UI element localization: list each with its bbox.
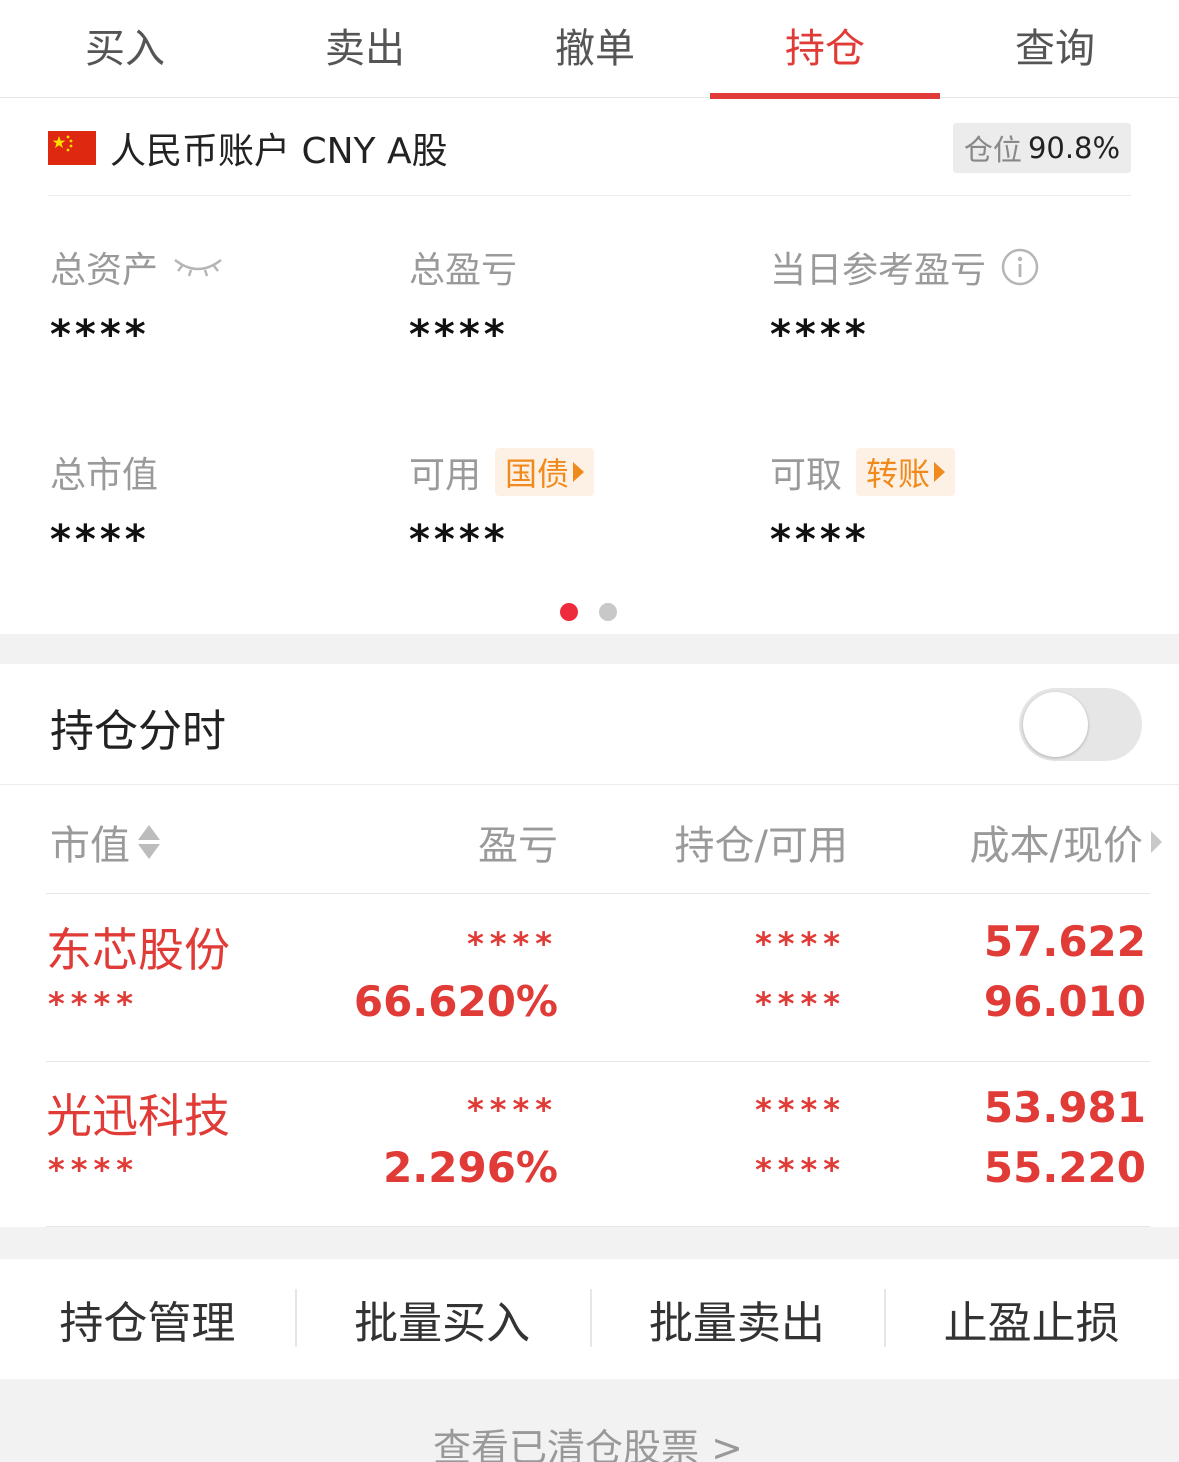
- section-gap: [0, 1227, 1179, 1259]
- pnl-amount: ****: [467, 1091, 558, 1129]
- current-price: 96.010: [983, 977, 1146, 1026]
- account-header: 人民币账户 CNY A股 仓位 90.8%: [48, 100, 1131, 196]
- account-label: 人民币账户 CNY A股: [110, 130, 448, 172]
- position-ratio-badge: 仓位 90.8%: [953, 123, 1131, 173]
- toggle-knob: [1023, 692, 1088, 757]
- section-gap: [0, 634, 1179, 664]
- position-qty: ****: [755, 1091, 846, 1129]
- stat-value: ****: [409, 517, 509, 563]
- take-profit-stop-loss-button[interactable]: 止盈止损: [884, 1287, 1179, 1351]
- available-qty: ****: [755, 985, 846, 1023]
- tab-query[interactable]: 查询: [940, 0, 1170, 98]
- china-flag-icon: [48, 130, 96, 165]
- tab-buy[interactable]: 买入: [0, 0, 250, 98]
- transfer-chip[interactable]: 转账: [856, 448, 956, 496]
- holding-timeshare-toggle[interactable]: [1019, 688, 1142, 761]
- column-header-label: 持仓/可用: [674, 823, 848, 869]
- stat-daily-pnl: 当日参考盈亏 ****: [770, 242, 1040, 358]
- divider: [46, 893, 1150, 894]
- cost-price: 57.622: [983, 917, 1146, 966]
- tab-positions[interactable]: 持仓: [710, 0, 940, 99]
- current-price: 55.220: [983, 1143, 1146, 1192]
- stat-value: ****: [409, 312, 509, 358]
- info-icon[interactable]: [1000, 247, 1040, 287]
- manage-positions-button[interactable]: 持仓管理: [0, 1287, 295, 1351]
- stat-value: ****: [50, 312, 150, 358]
- pnl-percent: 66.620%: [353, 977, 558, 1026]
- stat-total-assets: 总资产 ****: [50, 242, 224, 358]
- chevron-right-icon: [1151, 831, 1162, 853]
- stat-label: 可用: [409, 455, 482, 496]
- divider: [0, 784, 1179, 785]
- divider: [46, 1061, 1150, 1062]
- cost-price: 53.981: [983, 1083, 1146, 1132]
- chip-label: 国债: [505, 455, 570, 493]
- position-action-bar: 持仓管理 批量买入 批量卖出 止盈止损: [0, 1259, 1179, 1379]
- chip-label: 转账: [866, 455, 931, 493]
- tab-cancel-order[interactable]: 撤单: [480, 0, 710, 98]
- column-header-pnl[interactable]: 盈亏: [478, 815, 558, 869]
- stat-label: 总盈亏: [409, 250, 518, 291]
- stat-withdrawable: 可取 转账 ****: [770, 447, 956, 563]
- chevron-right-icon: [573, 462, 585, 482]
- stat-market-value: 总市值 ****: [50, 447, 158, 563]
- position-ratio-value: 90.8%: [1027, 131, 1121, 165]
- stat-label: 总市值: [50, 455, 159, 496]
- column-header-position[interactable]: 持仓/可用: [675, 815, 848, 869]
- column-header-cost-price[interactable]: 成本/现价: [970, 815, 1162, 869]
- column-header-label: 盈亏: [478, 823, 558, 869]
- page-indicator: [560, 603, 638, 621]
- column-header-market-value[interactable]: 市值: [50, 815, 160, 869]
- stat-value: ****: [770, 517, 870, 563]
- chevron-right-icon: [934, 462, 946, 482]
- stat-available: 可用 国债 ****: [409, 447, 595, 563]
- stock-name: 东芯股份: [46, 923, 230, 977]
- cleared-stocks-link[interactable]: 查看已清仓股票 >: [433, 1417, 743, 1462]
- sort-icon: [138, 825, 160, 859]
- trade-tab-bar: 买入 卖出 撤单 持仓 查询: [0, 0, 1179, 99]
- hide-eye-icon[interactable]: [172, 252, 224, 282]
- column-header-label: 市值: [50, 823, 130, 869]
- stat-value: ****: [770, 312, 870, 358]
- holding-timeshare-title: 持仓分时: [50, 706, 226, 757]
- treasury-bond-chip[interactable]: 国债: [495, 448, 595, 496]
- stat-value: ****: [50, 517, 150, 563]
- available-qty: ****: [755, 1151, 846, 1189]
- market-value: ****: [48, 985, 139, 1023]
- pnl-amount: ****: [467, 925, 558, 963]
- market-value: ****: [48, 1151, 139, 1189]
- batch-sell-button[interactable]: 批量卖出: [589, 1287, 885, 1351]
- tab-sell[interactable]: 卖出: [250, 0, 480, 98]
- stat-label: 当日参考盈亏: [770, 250, 987, 291]
- stat-total-pnl: 总盈亏 ****: [409, 242, 517, 358]
- stock-name: 光迅科技: [46, 1089, 230, 1143]
- footer: 查看已清仓股票 >: [0, 1379, 1179, 1462]
- position-qty: ****: [755, 925, 846, 963]
- stat-label: 总资产: [50, 250, 159, 291]
- page-dot[interactable]: [599, 603, 617, 621]
- position-ratio-label: 仓位: [963, 133, 1022, 167]
- batch-buy-button[interactable]: 批量买入: [294, 1287, 590, 1351]
- pnl-percent: 2.296%: [383, 1143, 558, 1192]
- stat-label: 可取: [770, 455, 843, 496]
- page-dot-active[interactable]: [560, 603, 578, 621]
- column-header-label: 成本/现价: [969, 823, 1143, 869]
